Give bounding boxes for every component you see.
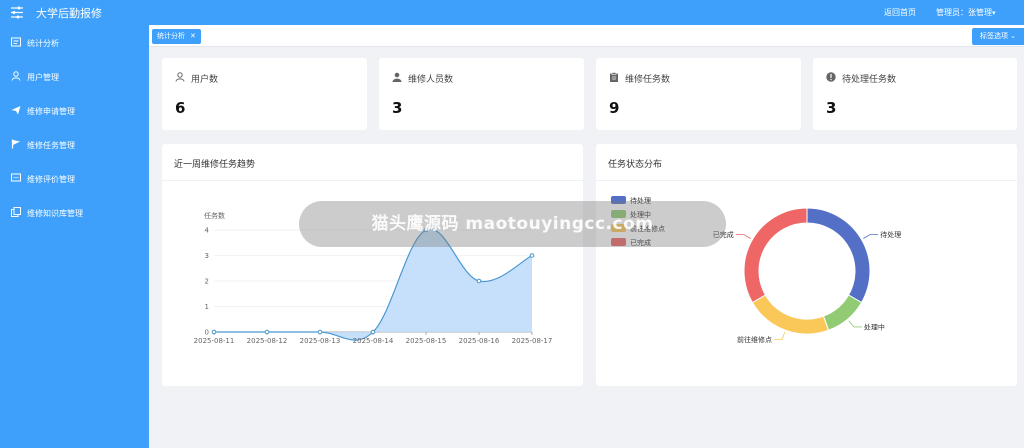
pie-slice xyxy=(822,294,863,331)
pie-slice xyxy=(806,207,871,304)
sidebar: 统计分析 用户管理 维修申请管理 维修任务管理 维修评价管理 维修知识库管理 xyxy=(0,25,149,448)
slice-label: 处理中 xyxy=(864,322,885,331)
trend-chart: 任务数 0 1 2 3 4 2025-08-11 2025-08-12 2025-08-13 20… xyxy=(194,211,553,345)
sidebar-item-label: 维修任务管理 xyxy=(27,141,75,150)
sidebar-item-users[interactable]: 用户管理 xyxy=(0,67,149,87)
tab-options-button[interactable]: 标签选项 ⌄ xyxy=(972,28,1024,45)
menu-toggle-icon[interactable] xyxy=(10,6,24,19)
status-chart: 待处理处理中前往维修点已完成待处理处理中前往维修点已完成 xyxy=(611,196,901,344)
y-tick-label: 1 xyxy=(205,303,209,311)
stat-value: 3 xyxy=(392,99,403,117)
y-tick-label: 3 xyxy=(205,252,209,260)
sidebar-item-statistics[interactable]: 统计分析 xyxy=(0,33,149,53)
y-tick-label: 0 xyxy=(205,329,209,337)
stat-label: 用户数 xyxy=(191,75,219,85)
home-link[interactable]: 返回首页 xyxy=(884,7,916,18)
sidebar-item-label: 维修评价管理 xyxy=(27,175,75,184)
x-tick-label: 2025-08-15 xyxy=(406,337,447,345)
sidebar-item-label: 统计分析 xyxy=(27,39,59,48)
data-point xyxy=(317,329,323,335)
stat-label: 维修任务数 xyxy=(625,75,671,85)
x-tick-label: 2025-08-11 xyxy=(194,337,235,345)
tab-label: 统计分析 xyxy=(157,32,185,40)
status-chart-panel: 任务状态分布 待处理 处理中 前往维修点 已完成 待处理 处理中 前往维修点 已完成 xyxy=(596,144,1017,386)
flag-icon xyxy=(11,139,20,149)
data-point xyxy=(529,253,535,258)
sidebar-item-repair-requests[interactable]: 维修申请管理 xyxy=(0,101,149,121)
stat-value: 9 xyxy=(609,99,620,117)
close-icon[interactable]: ✕ xyxy=(190,32,196,40)
stat-value: 3 xyxy=(826,99,837,117)
slice-label: 前往维修点 xyxy=(737,335,772,344)
stat-label: 维修人员数 xyxy=(408,75,454,85)
stat-card-workers: 维修人员数 3 xyxy=(379,58,584,130)
sidebar-item-label: 维修申请管理 xyxy=(27,107,75,116)
data-point xyxy=(211,329,217,335)
worker-icon xyxy=(392,72,402,82)
alert-icon xyxy=(826,72,836,82)
sidebar-item-knowledge-base[interactable]: 维修知识库管理 xyxy=(0,203,149,223)
clipboard-icon xyxy=(610,72,618,82)
copy-icon xyxy=(11,207,21,217)
slice-label: 待处理 xyxy=(880,230,901,239)
chevron-down-icon: ▾ xyxy=(992,9,996,17)
slice-leader-line xyxy=(863,234,879,239)
x-tick-label: 2025-08-16 xyxy=(459,337,500,345)
x-tick-label: 2025-08-14 xyxy=(353,337,394,345)
y-tick-label: 2 xyxy=(205,278,209,286)
top-bar: 大学后勤报修 返回首页 管理员：张管理▾ xyxy=(0,0,1024,25)
stat-card-tasks: 维修任务数 9 xyxy=(596,58,801,130)
user-icon xyxy=(11,71,21,81)
x-tick-label: 2025-08-17 xyxy=(512,337,553,345)
slice-leader-line xyxy=(774,331,786,340)
slice-leader-line xyxy=(735,234,751,239)
stat-card-users: 用户数 6 xyxy=(162,58,367,130)
stat-value: 6 xyxy=(175,99,186,117)
pie-slice xyxy=(751,294,830,335)
stat-label: 待处理任务数 xyxy=(842,75,897,85)
tab-bar: 统计分析 ✕ 标签选项 ⌄ xyxy=(149,25,1024,47)
admin-menu[interactable]: 管理员：张管理▾ xyxy=(936,7,996,18)
sidebar-item-repair-reviews[interactable]: 维修评价管理 xyxy=(0,169,149,189)
pie-slice xyxy=(743,207,808,304)
trend-chart-panel: 近一周维修任务趋势 任务数 0 1 2 3 4 2025-08-11 2025-08-12 20… xyxy=(162,144,583,386)
y-tick-label: 4 xyxy=(205,227,210,235)
data-point xyxy=(370,329,376,335)
user-icon xyxy=(175,72,185,82)
send-icon xyxy=(11,106,21,115)
watermark-banner: 猫头鹰源码 maotouyingcc.com xyxy=(299,201,726,247)
app-title: 大学后勤报修 xyxy=(36,7,102,20)
tab-statistics[interactable]: 统计分析 ✕ xyxy=(152,29,201,44)
data-point xyxy=(476,278,482,284)
y-axis-label: 任务数 xyxy=(204,211,225,220)
admin-label: 管理员：张管理 xyxy=(936,8,992,17)
x-tick-label: 2025-08-12 xyxy=(247,337,288,345)
slice-leader-line xyxy=(848,320,862,328)
chart-icon xyxy=(11,37,21,47)
sidebar-item-label: 用户管理 xyxy=(27,73,59,82)
sidebar-item-repair-tasks[interactable]: 维修任务管理 xyxy=(0,135,149,155)
x-tick-label: 2025-08-13 xyxy=(300,337,341,345)
sidebar-item-label: 维修知识库管理 xyxy=(27,209,83,218)
comment-icon xyxy=(11,173,21,182)
stat-card-pending: 待处理任务数 3 xyxy=(813,58,1017,130)
data-point xyxy=(264,329,270,335)
